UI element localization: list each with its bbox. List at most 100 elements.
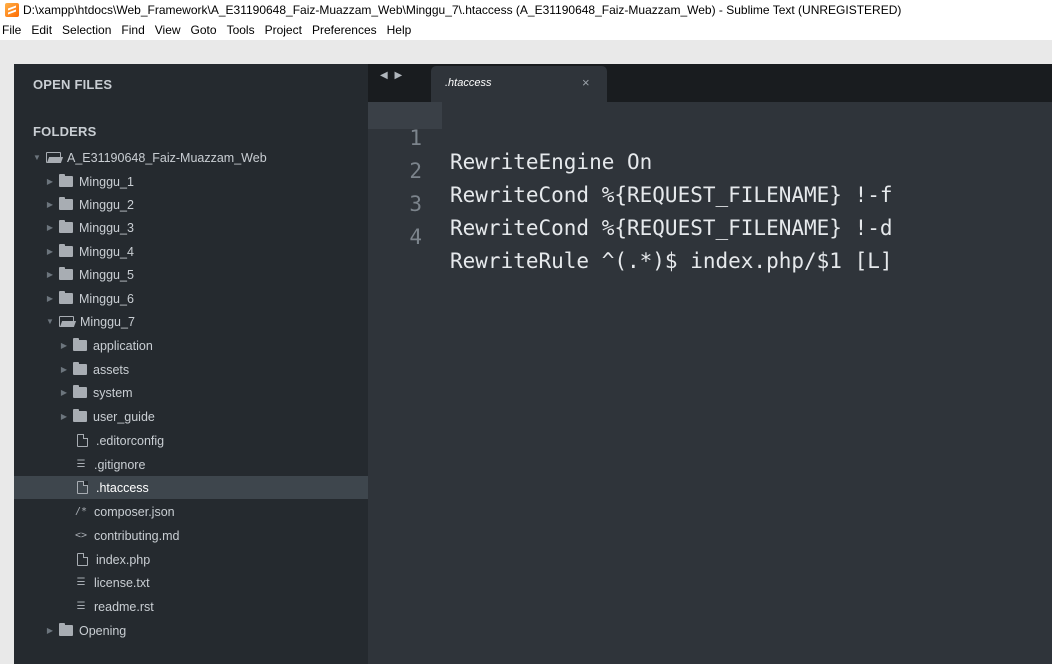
menu-selection[interactable]: Selection bbox=[57, 23, 116, 37]
code-line: 2 RewriteCond %{REQUEST_FILENAME} !-f bbox=[368, 135, 1052, 207]
file-icon bbox=[77, 553, 88, 566]
tree-item-assets[interactable]: ▶ assets bbox=[14, 358, 414, 381]
menu-goto[interactable]: Goto bbox=[186, 23, 222, 37]
tree-item-label: .gitignore bbox=[94, 457, 146, 472]
tree-item-label: assets bbox=[93, 362, 130, 377]
tree-item-minggu-4[interactable]: ▶ Minggu_4 bbox=[14, 240, 400, 263]
tree-item-opening[interactable]: ▶ Opening bbox=[14, 619, 400, 642]
chevron-right-icon: ▶ bbox=[60, 412, 68, 421]
folder-icon bbox=[73, 362, 87, 375]
folder-open-icon bbox=[59, 316, 74, 327]
tree-item-minggu-6[interactable]: ▶ Minggu_6 bbox=[14, 287, 400, 310]
folder-icon bbox=[73, 409, 87, 422]
tab-navigation-arrows[interactable]: ◀ ▶ bbox=[380, 70, 404, 81]
window-title-bar: D:\xampp\htdocs\Web_Framework\A_E3119064… bbox=[0, 0, 1052, 20]
code-text: RewriteRule ^(.*)$ index.php/$1 [L] bbox=[450, 249, 893, 273]
chevron-right-icon: ▶ bbox=[46, 294, 54, 303]
chevron-right-icon: ▶ bbox=[46, 626, 54, 635]
tree-item-label: Minggu_7 bbox=[80, 314, 135, 329]
tree-item-label: .htaccess bbox=[96, 480, 149, 495]
menu-file[interactable]: File bbox=[0, 23, 26, 37]
file-icon bbox=[77, 481, 88, 494]
window-title: D:\xampp\htdocs\Web_Framework\A_E3119064… bbox=[23, 3, 902, 17]
folder-icon bbox=[59, 174, 73, 187]
code-line: 4 RewriteRule ^(.*)$ index.php/$1 [L] bbox=[368, 201, 1052, 273]
menu-edit[interactable]: Edit bbox=[26, 23, 57, 37]
code-line: 3 RewriteCond %{REQUEST_FILENAME} !-d bbox=[368, 168, 1052, 240]
tree-item-minggu-7[interactable]: ▼ Minggu_7 bbox=[14, 310, 400, 333]
menu-tools[interactable]: Tools bbox=[222, 23, 260, 37]
open-files-heading: OPEN FILES bbox=[33, 77, 113, 92]
tree-item-label: .editorconfig bbox=[96, 433, 165, 448]
tree-item-label: application bbox=[93, 338, 153, 353]
tree-item-label: Minggu_4 bbox=[79, 244, 134, 259]
tree-item-label: Minggu_1 bbox=[79, 174, 134, 189]
folders-heading: FOLDERS bbox=[33, 124, 97, 139]
tree-item-application[interactable]: ▶ application bbox=[14, 334, 414, 357]
line-number: 4 bbox=[409, 225, 422, 249]
tree-item-label: composer.json bbox=[94, 504, 175, 519]
folder-icon bbox=[59, 244, 73, 257]
tree-item-root-folder[interactable]: ▼ A_E31190648_Faiz-Muazzam_Web bbox=[14, 146, 387, 169]
tree-item-gitignore[interactable]: ☰ .gitignore bbox=[14, 453, 428, 476]
sidebar: OPEN FILES FOLDERS ▼ A_E31190648_Faiz-Mu… bbox=[14, 64, 431, 664]
chevron-right-icon: ▶ bbox=[60, 365, 68, 374]
tree-item-composer-json[interactable]: /* composer.json bbox=[14, 500, 428, 523]
menu-find[interactable]: Find bbox=[116, 23, 149, 37]
markup-file-icon: <> bbox=[74, 530, 88, 541]
tree-item-readme-rst[interactable]: ☰ readme.rst bbox=[14, 595, 428, 618]
tree-item-minggu-5[interactable]: ▶ Minggu_5 bbox=[14, 263, 400, 286]
sublime-text-icon bbox=[5, 3, 19, 17]
tree-item-minggu-3[interactable]: ▶ Minggu_3 bbox=[14, 216, 400, 239]
json-file-icon: /* bbox=[74, 506, 88, 517]
tree-item-minggu-2[interactable]: ▶ Minggu_2 bbox=[14, 193, 400, 216]
tree-item-contributing-md[interactable]: <> contributing.md bbox=[14, 524, 428, 547]
code-line: 1 RewriteEngine On bbox=[368, 102, 1052, 174]
chevron-right-icon: ▶ bbox=[46, 200, 54, 209]
menu-preferences[interactable]: Preferences bbox=[307, 23, 382, 37]
chevron-right-icon: ▶ bbox=[60, 388, 68, 397]
code-editor[interactable]: 1 RewriteEngine On 2 RewriteCond %{REQUE… bbox=[368, 102, 1052, 664]
folder-icon bbox=[59, 220, 73, 233]
text-file-icon: ☰ bbox=[76, 601, 86, 612]
tree-item-user-guide[interactable]: ▶ user_guide bbox=[14, 405, 414, 428]
chevron-right-icon: ▶ bbox=[60, 341, 68, 350]
tree-item-label: readme.rst bbox=[94, 599, 154, 614]
folder-icon bbox=[59, 197, 73, 210]
close-icon[interactable]: × bbox=[582, 75, 590, 90]
tree-item-label: Minggu_5 bbox=[79, 267, 134, 282]
file-icon bbox=[77, 434, 88, 447]
text-file-icon: ☰ bbox=[76, 577, 86, 588]
tab-htaccess[interactable]: .htaccess × bbox=[431, 66, 607, 102]
tree-item-label: contributing.md bbox=[94, 528, 180, 543]
menu-project[interactable]: Project bbox=[260, 23, 307, 37]
tab-bar: ◀ ▶ .htaccess × bbox=[368, 64, 1052, 102]
tree-item-label: license.txt bbox=[94, 575, 150, 590]
folder-icon bbox=[59, 291, 73, 304]
text-file-icon: ☰ bbox=[76, 459, 86, 470]
folder-icon bbox=[73, 385, 87, 398]
tree-item-minggu-1[interactable]: ▶ Minggu_1 bbox=[14, 170, 400, 193]
folder-icon bbox=[59, 623, 73, 636]
tree-item-system[interactable]: ▶ system bbox=[14, 381, 414, 404]
chevron-right-icon: ▶ bbox=[46, 247, 54, 256]
chevron-right-icon: ▶ bbox=[46, 177, 54, 186]
tree-item-label: user_guide bbox=[93, 409, 155, 424]
tree-item-label: Minggu_2 bbox=[79, 197, 134, 212]
tree-item-label: Opening bbox=[79, 623, 127, 638]
folder-icon bbox=[73, 338, 87, 351]
menu-view[interactable]: View bbox=[150, 23, 186, 37]
tree-item-label: system bbox=[93, 385, 133, 400]
menu-bar: File Edit Selection Find View Goto Tools… bbox=[0, 20, 1052, 40]
tree-item-label: index.php bbox=[96, 552, 151, 567]
chevron-right-icon: ▶ bbox=[46, 223, 54, 232]
chevron-down-icon: ▼ bbox=[46, 317, 54, 326]
folder-icon bbox=[59, 267, 73, 280]
tree-item-license-txt[interactable]: ☰ license.txt bbox=[14, 571, 428, 594]
tree-item-label: Minggu_6 bbox=[79, 291, 134, 306]
menu-help[interactable]: Help bbox=[382, 23, 417, 37]
chevron-down-icon: ▼ bbox=[33, 153, 41, 162]
chevron-right-icon: ▶ bbox=[46, 270, 54, 279]
tree-item-label: A_E31190648_Faiz-Muazzam_Web bbox=[67, 150, 267, 165]
tree-item-label: Minggu_3 bbox=[79, 220, 134, 235]
